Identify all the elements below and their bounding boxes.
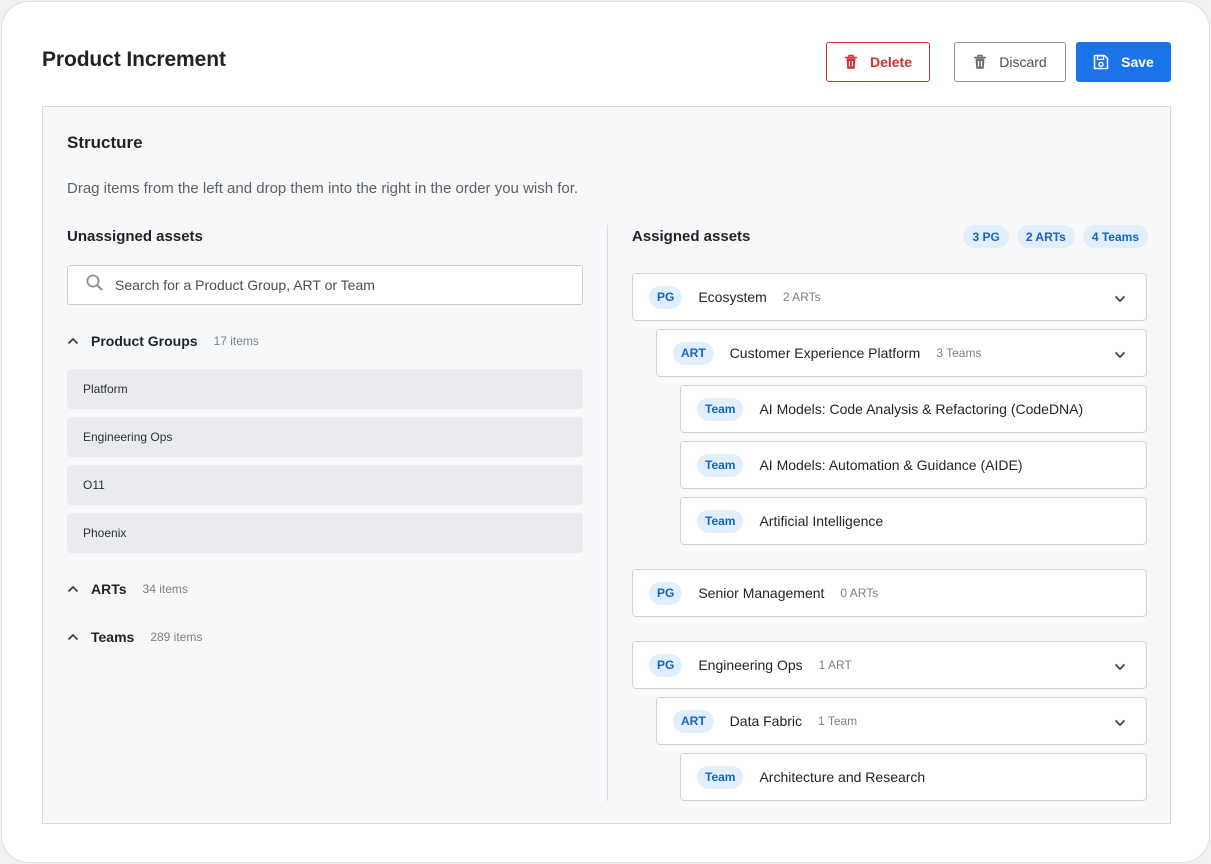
node-meta: 1 Team — [818, 714, 858, 728]
page-title: Product Increment — [42, 48, 226, 71]
chevron-up-icon — [67, 580, 79, 598]
group-name: Teams — [91, 629, 135, 645]
pg-tag: PG — [649, 581, 683, 605]
assigned-node-pg-senior-management[interactable]: PG Senior Management 0 ARTs — [632, 569, 1147, 617]
node-name: Ecosystem — [698, 289, 767, 305]
node-meta: 2 ARTs — [782, 290, 821, 304]
node-name: Senior Management — [698, 585, 825, 601]
chevron-down-icon[interactable] — [1114, 346, 1126, 364]
column-divider — [607, 225, 608, 801]
assigned-summary-badges: 3 PG 2 ARTs 4 Teams — [963, 225, 1148, 248]
discard-button-label: Discard — [999, 54, 1047, 70]
floppy-disk-icon — [1093, 54, 1109, 70]
group-count: 34 items — [142, 582, 188, 596]
pg-tag: PG — [649, 285, 683, 309]
chevron-down-icon[interactable] — [1114, 658, 1126, 676]
unassigned-item-o11[interactable]: O11 — [67, 465, 583, 505]
team-tag: Team — [697, 765, 744, 789]
group-count: 289 items — [150, 630, 203, 644]
search-icon — [86, 274, 103, 296]
assigned-assets-title: Assigned assets — [632, 228, 751, 245]
team-count-badge: 4 Teams — [1082, 225, 1148, 248]
group-header-arts[interactable]: ARTs 34 items — [67, 580, 188, 598]
structure-description: Drag items from the left and drop them i… — [67, 180, 579, 197]
trash-icon — [973, 54, 987, 70]
save-button[interactable]: Save — [1076, 42, 1171, 82]
node-name: AI Models: Code Analysis & Refactoring (… — [759, 401, 1084, 417]
unassigned-item-platform[interactable]: Platform — [67, 369, 583, 409]
group-name: Product Groups — [91, 333, 198, 349]
chevron-down-icon[interactable] — [1114, 290, 1126, 308]
structure-panel: Structure Drag items from the left and d… — [42, 106, 1171, 824]
assigned-node-team-codedna[interactable]: Team AI Models: Code Analysis & Refactor… — [680, 385, 1147, 433]
node-meta: 3 Teams — [936, 346, 982, 360]
app-window: Product Increment Delete Discard Save St… — [1, 1, 1210, 863]
node-name: Data Fabric — [729, 713, 803, 729]
group-header-teams[interactable]: Teams 289 items — [67, 628, 202, 646]
chevron-up-icon — [67, 628, 79, 646]
art-tag: ART — [673, 709, 714, 733]
assigned-node-pg-ecosystem[interactable]: PG Ecosystem 2 ARTs — [632, 273, 1147, 321]
assigned-node-team-artificial-intelligence[interactable]: Team Artificial Intelligence — [680, 497, 1147, 545]
node-name: Customer Experience Platform — [729, 345, 921, 361]
art-count-badge: 2 ARTs — [1016, 225, 1075, 248]
node-name: Artificial Intelligence — [759, 513, 884, 529]
node-name: AI Models: Automation & Guidance (AIDE) — [759, 457, 1023, 473]
assigned-node-team-aide[interactable]: Team AI Models: Automation & Guidance (A… — [680, 441, 1147, 489]
team-tag: Team — [697, 397, 744, 421]
assigned-node-team-architecture-and-research[interactable]: Team Architecture and Research — [680, 753, 1147, 801]
assigned-node-art-data-fabric[interactable]: ART Data Fabric 1 Team — [656, 697, 1147, 745]
structure-title: Structure — [67, 133, 143, 152]
search-input[interactable] — [115, 277, 555, 293]
team-tag: Team — [697, 509, 744, 533]
search-box[interactable] — [67, 265, 583, 305]
team-tag: Team — [697, 453, 744, 477]
node-meta: 0 ARTs — [840, 586, 879, 600]
unassigned-assets-title: Unassigned assets — [67, 228, 203, 245]
chevron-up-icon — [67, 332, 79, 350]
node-meta: 1 ART — [818, 658, 852, 672]
node-name: Architecture and Research — [759, 769, 926, 785]
unassigned-item-phoenix[interactable]: Phoenix — [67, 513, 583, 553]
chevron-down-icon[interactable] — [1114, 714, 1126, 732]
pg-tag: PG — [649, 653, 683, 677]
delete-button[interactable]: Delete — [826, 42, 930, 82]
group-count: 17 items — [213, 334, 259, 348]
group-header-product-groups[interactable]: Product Groups 17 items — [67, 332, 259, 350]
pg-count-badge: 3 PG — [963, 225, 1009, 248]
group-name: ARTs — [91, 581, 127, 597]
assigned-node-art-customer-experience-platform[interactable]: ART Customer Experience Platform 3 Teams — [656, 329, 1147, 377]
trash-icon — [844, 54, 858, 70]
save-button-label: Save — [1121, 54, 1154, 70]
node-name: Engineering Ops — [698, 657, 803, 673]
unassigned-item-engineering-ops[interactable]: Engineering Ops — [67, 417, 583, 457]
assigned-node-pg-engineering-ops[interactable]: PG Engineering Ops 1 ART — [632, 641, 1147, 689]
art-tag: ART — [673, 341, 714, 365]
delete-button-label: Delete — [869, 54, 913, 70]
discard-button[interactable]: Discard — [954, 42, 1066, 82]
